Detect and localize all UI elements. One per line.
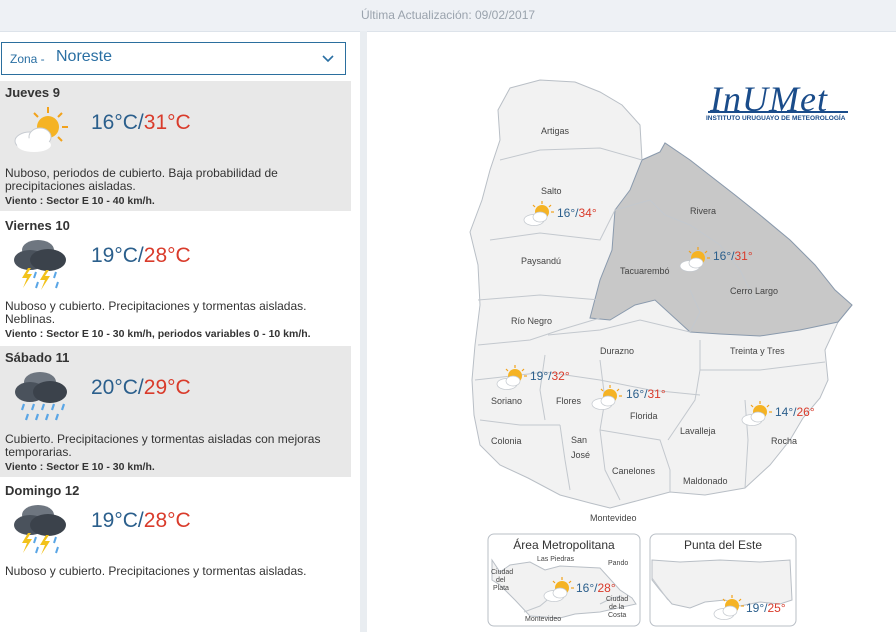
inset-label-pando: Pando bbox=[608, 560, 628, 567]
map-label-soriano: Soriano bbox=[491, 396, 522, 406]
map-temp-noreste: 16°/31° bbox=[713, 249, 753, 263]
inset-punta-del-este[interactable]: Punta del Este 19°/25° bbox=[649, 533, 797, 627]
map-temp-centro-sur: 16°/31° bbox=[626, 387, 666, 401]
map-label-salto: Salto bbox=[541, 186, 562, 196]
map-label-florida: Florida bbox=[630, 411, 658, 421]
map-label-san-jose-2: José bbox=[571, 450, 590, 460]
map-label-flores: Flores bbox=[556, 396, 582, 406]
inset-label-ciudad-plata-2: del bbox=[496, 577, 506, 584]
inset-este-temp: 19°/25° bbox=[746, 601, 786, 615]
logo-name: InUMet bbox=[710, 79, 828, 119]
map-temp-litoral-norte: 16°/34° bbox=[557, 206, 597, 220]
inset-este-title: Punta del Este bbox=[684, 538, 762, 552]
map-label-san-jose-1: San bbox=[571, 435, 587, 445]
map-label-rio-negro: Río Negro bbox=[511, 316, 552, 326]
map-label-cerro-largo: Cerro Largo bbox=[730, 286, 778, 296]
inset-metro-title: Área Metropolitana bbox=[513, 537, 615, 552]
map-temp-sureste: 14°/26° bbox=[775, 405, 815, 419]
inset-label-montevideo: Montevideo bbox=[525, 616, 561, 623]
map-label-colonia: Colonia bbox=[491, 436, 522, 446]
inset-metro[interactable]: Área Metropolitana Las Piedras Pando Ciu… bbox=[487, 533, 641, 627]
inset-label-ciudad-plata-3: Plata bbox=[493, 585, 509, 592]
map-label-tacuarembo: Tacuarembó bbox=[620, 266, 670, 276]
map-label-rivera: Rivera bbox=[690, 206, 716, 216]
inumet-logo: InUMet INSTITUTO URUGUAYO DE METEOROLOGÍ… bbox=[704, 78, 856, 128]
map-label-maldonado: Maldonado bbox=[683, 476, 728, 486]
logo-underline bbox=[708, 111, 848, 113]
map-label-rocha: Rocha bbox=[771, 436, 797, 446]
map-label-durazno: Durazno bbox=[600, 346, 634, 356]
inset-label-ciudad-costa-3: Costa bbox=[608, 612, 626, 619]
inset-label-ciudad-plata-1: Ciudad bbox=[491, 569, 513, 576]
map-label-lavalleja: Lavalleja bbox=[680, 426, 716, 436]
inset-label-ciudad-costa-1: Ciudad bbox=[606, 596, 628, 603]
inset-label-ciudad-costa-2: de la bbox=[609, 604, 624, 611]
inset-label-las-piedras: Las Piedras bbox=[537, 556, 574, 563]
map-label-paysandu: Paysandú bbox=[521, 256, 561, 266]
map-temp-suroeste: 19°/32° bbox=[530, 369, 570, 383]
inset-metro-temp: 16°/28° bbox=[576, 581, 616, 595]
logo-subtitle: INSTITUTO URUGUAYO DE METEOROLOGÍA bbox=[706, 115, 846, 122]
map-label-artigas: Artigas bbox=[541, 126, 570, 136]
map-label-treinta-y-tres: Treinta y Tres bbox=[730, 346, 785, 356]
map-label-montevideo: Montevideo bbox=[590, 513, 637, 523]
map-label-canelones: Canelones bbox=[612, 466, 656, 476]
